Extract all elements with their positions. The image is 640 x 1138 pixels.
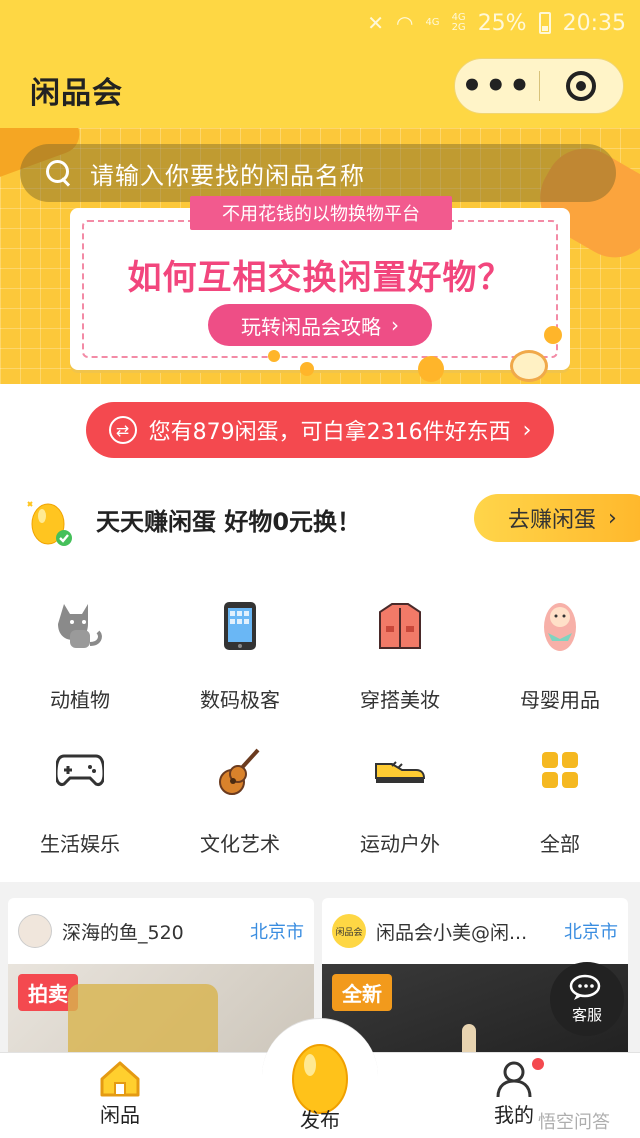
notification-dot bbox=[532, 1058, 544, 1070]
gamepad-icon bbox=[52, 742, 108, 798]
top-bar: ✕ ◠ 4G 4G 2G 25% 20:35 闲品会 ••• bbox=[0, 0, 640, 128]
app-title: 闲品会 bbox=[30, 76, 123, 111]
feed-city: 北京市 bbox=[564, 922, 618, 943]
close-miniprogram-button[interactable] bbox=[540, 71, 624, 101]
chevron-right-icon: › bbox=[522, 417, 532, 443]
sneaker-icon bbox=[372, 742, 428, 798]
earn-eggs-button[interactable]: 去赚闲蛋 › bbox=[474, 494, 640, 542]
miniprogram-capsule: ••• bbox=[454, 58, 624, 114]
search-input[interactable]: 请输入你要找的闲品名称 bbox=[20, 144, 616, 202]
clock: 20:35 bbox=[562, 10, 626, 36]
guitar-icon bbox=[212, 742, 268, 798]
category-label: 母婴用品 bbox=[520, 688, 600, 712]
network-indicator: 4G bbox=[425, 18, 439, 28]
jacket-icon bbox=[372, 598, 428, 654]
chevron-right-icon: › bbox=[608, 505, 617, 531]
customer-service-label: 客服 bbox=[571, 1005, 602, 1024]
cat-icon bbox=[52, 598, 108, 654]
avatar[interactable]: 闲品会 bbox=[332, 914, 366, 948]
swap-icon: ⇄ bbox=[108, 416, 137, 444]
category-label: 穿搭美妆 bbox=[360, 688, 440, 712]
ball-decoration bbox=[268, 350, 280, 362]
category-item[interactable]: 文化艺术 bbox=[160, 742, 320, 872]
status-bar: ✕ ◠ 4G 4G 2G 25% 20:35 bbox=[367, 8, 626, 38]
category-item[interactable]: 数码极客 bbox=[160, 598, 320, 728]
wifi-icon: ◠ bbox=[395, 11, 414, 35]
grid-icon bbox=[532, 742, 588, 798]
category-label: 生活娱乐 bbox=[40, 832, 120, 856]
egg-balance-banner[interactable]: ⇄ 您有879闲蛋，可白拿2316件好东西 › bbox=[86, 402, 554, 458]
ball-decoration bbox=[418, 356, 444, 382]
egg-balance-text: 您有879闲蛋，可白拿2316件好东西 bbox=[148, 420, 511, 445]
category-label: 文化艺术 bbox=[200, 832, 280, 856]
guide-button[interactable]: 玩转闲品会攻略 › bbox=[208, 304, 432, 346]
category-label: 动植物 bbox=[50, 688, 110, 712]
search-icon bbox=[44, 158, 74, 188]
feed-card-header: 深海的鱼_520 北京市 bbox=[8, 898, 314, 964]
more-menu-button[interactable]: ••• bbox=[455, 69, 539, 103]
earn-eggs-label: 去赚闲蛋 bbox=[508, 508, 597, 533]
watermark: 悟空问答 bbox=[538, 1112, 610, 1133]
earn-slogan: 天天赚闲蛋 好物0元换！ bbox=[96, 508, 362, 536]
search-placeholder: 请输入你要找的闲品名称 bbox=[90, 161, 365, 190]
feed-username[interactable]: 闲品会小美@闲... bbox=[376, 918, 554, 945]
category-item[interactable]: 穿搭美妆 bbox=[320, 598, 480, 728]
category-item[interactable]: 生活娱乐 bbox=[0, 742, 160, 872]
tab-home-label: 闲品 bbox=[100, 1103, 140, 1127]
home-icon bbox=[100, 1061, 140, 1097]
tab-home[interactable]: 闲品 bbox=[98, 1059, 142, 1128]
baby-icon bbox=[532, 598, 588, 654]
ball-decoration bbox=[544, 326, 562, 344]
publish-label: 发布 bbox=[300, 1108, 340, 1132]
tab-mine[interactable]: 我的 bbox=[494, 1059, 534, 1128]
phone-icon bbox=[212, 598, 268, 654]
category-item[interactable]: 运动户外 bbox=[320, 742, 480, 872]
battery-icon bbox=[538, 12, 551, 34]
signal-label: 4G bbox=[425, 17, 440, 28]
target-icon bbox=[566, 71, 597, 101]
category-label: 全部 bbox=[540, 832, 580, 856]
category-item[interactable]: 动植物 bbox=[0, 598, 160, 728]
category-label: 数码极客 bbox=[200, 688, 280, 712]
chevron-right-icon: › bbox=[391, 313, 399, 337]
customer-service-button[interactable]: 客服 bbox=[550, 962, 624, 1036]
new-tag: 全新 bbox=[332, 974, 392, 1011]
chat-bubble-icon bbox=[569, 974, 601, 1000]
signal-label: 2G bbox=[451, 22, 466, 33]
category-item[interactable]: 母婴用品 bbox=[480, 598, 640, 728]
avatar[interactable] bbox=[18, 914, 52, 948]
guide-button-label: 玩转闲品会攻略 bbox=[241, 314, 381, 339]
network-indicator-2: 4G 2G bbox=[452, 13, 466, 33]
feed-city: 北京市 bbox=[250, 922, 304, 943]
tab-mine-label: 我的 bbox=[494, 1103, 534, 1127]
egg-decoration bbox=[510, 350, 548, 382]
feed-card-header: 闲品会 闲品会小美@闲... 北京市 bbox=[322, 898, 628, 964]
category-item[interactable]: 全部 bbox=[480, 742, 640, 872]
user-icon bbox=[496, 1061, 532, 1098]
golden-egg-icon bbox=[27, 501, 72, 546]
mute-icon: ✕ bbox=[367, 11, 384, 35]
category-label: 运动户外 bbox=[360, 832, 440, 856]
ball-decoration bbox=[300, 362, 314, 376]
banner-ribbon: 不用花钱的以物换物平台 bbox=[190, 196, 452, 230]
banner-headline: 如何互相交换闲置好物？ bbox=[127, 258, 513, 298]
battery-percent: 25% bbox=[477, 10, 527, 36]
feed-username[interactable]: 深海的鱼_520 bbox=[62, 918, 240, 945]
